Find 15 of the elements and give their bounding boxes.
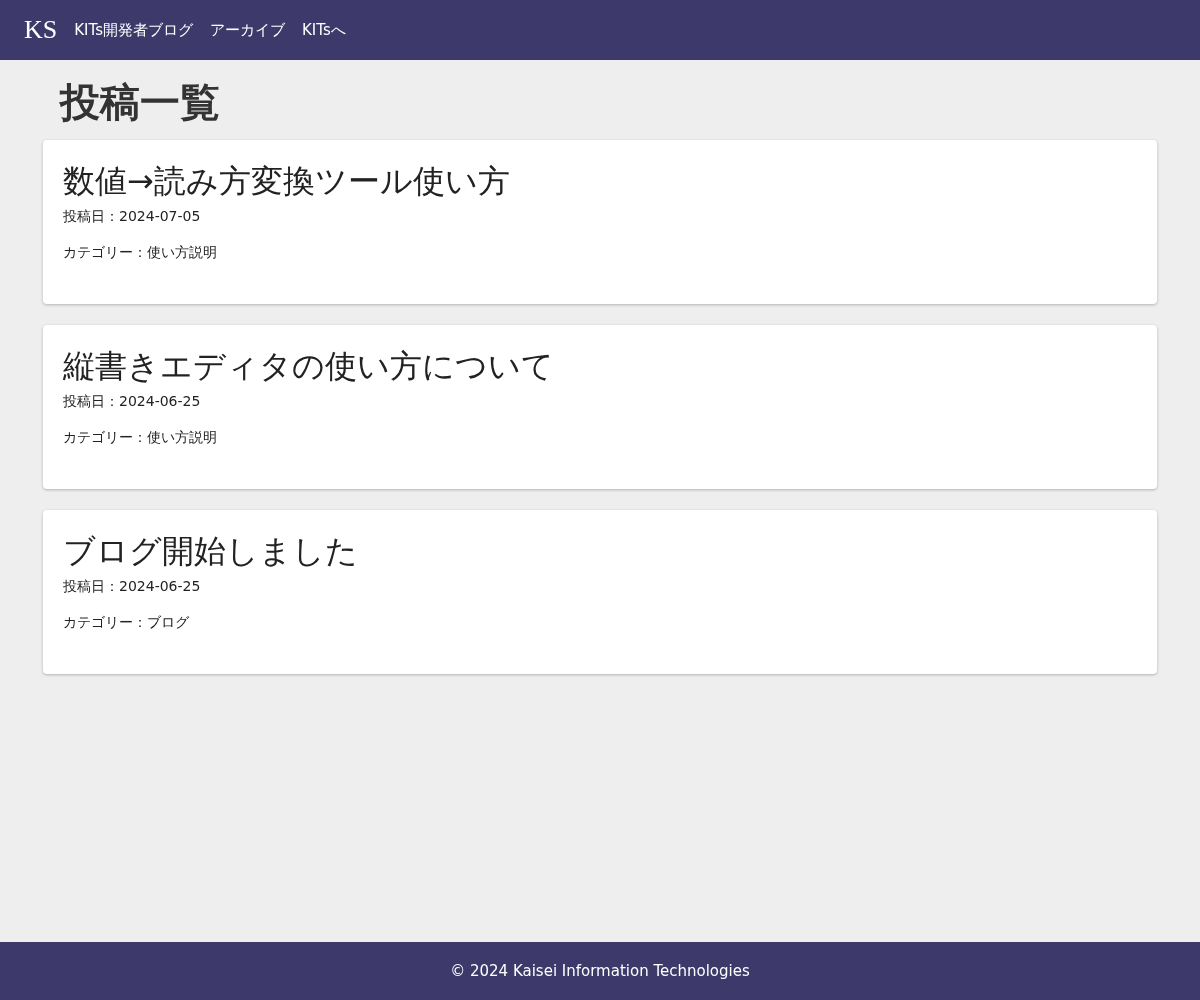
post-date: 投稿日：2024-06-25: [63, 393, 202, 411]
copyright-text: © 2024 Kaisei Information Technologies: [450, 962, 750, 980]
post-title[interactable]: 数値→読み方変換ツール使い方: [63, 160, 1137, 202]
post-title[interactable]: 縦書きエディタの使い方について: [63, 345, 1137, 387]
site-logo[interactable]: KS: [24, 17, 58, 43]
post-title[interactable]: ブログ開始しました: [63, 530, 1137, 572]
nav-link[interactable]: KITsへ: [302, 20, 346, 40]
post-date: 投稿日：2024-07-05: [63, 208, 202, 226]
page-title: 投稿一覧: [60, 78, 221, 126]
nav-link[interactable]: KITs開発者ブログ: [74, 20, 193, 40]
post-date: 投稿日：2024-06-25: [63, 578, 202, 596]
post-category: カテゴリー：ブログ: [63, 614, 190, 632]
nav-link[interactable]: アーカイブ: [210, 20, 285, 40]
post-category: カテゴリー：使い方説明: [63, 244, 218, 262]
post-category: カテゴリー：使い方説明: [63, 429, 218, 447]
